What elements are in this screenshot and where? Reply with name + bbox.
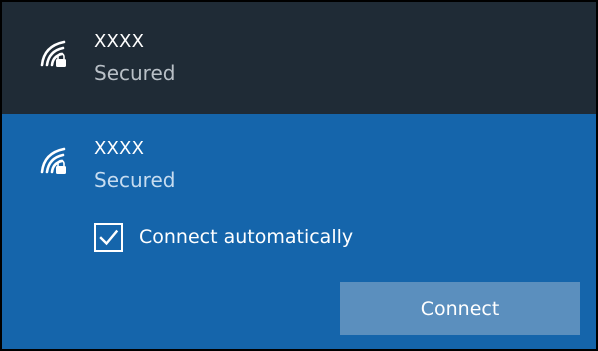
connect-automatically-checkbox[interactable] [94,222,123,252]
network-item-selected[interactable]: XXXX Secured Connect automatically Conne… [2,114,596,349]
connect-automatically-label: Connect automatically [139,226,354,248]
connect-button[interactable]: Connect [340,282,580,335]
network-item[interactable]: XXXX Secured [2,2,596,114]
connect-automatically-option[interactable]: Connect automatically [94,221,353,253]
wifi-secured-icon [36,32,76,72]
wifi-flyout: XXXX Secured XXXX Secured Connect automa… [0,0,598,351]
wifi-secured-icon [36,139,76,179]
network-status: Secured [94,61,176,85]
checkmark-icon [99,229,119,245]
network-name: XXXX [94,31,145,52]
network-status: Secured [94,168,176,192]
network-name: XXXX [94,138,145,159]
